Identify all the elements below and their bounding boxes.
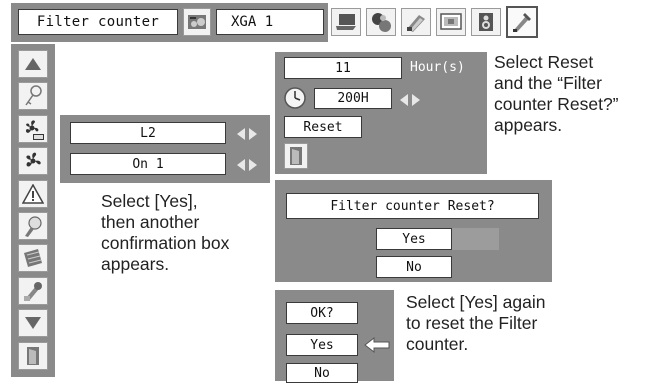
key-icon[interactable]	[18, 82, 48, 110]
confirm-yes-button[interactable]: Yes	[376, 228, 452, 250]
ok-no-button[interactable]: No	[286, 363, 358, 383]
fan-default-icon[interactable]	[18, 115, 48, 143]
note-select-again: Select [Yes] again to reset the Filter c…	[406, 292, 546, 354]
timer-arrows-icon[interactable]	[398, 93, 422, 111]
fan-value-field[interactable]: L2	[70, 122, 226, 144]
fan-arrows-icon[interactable]	[235, 127, 259, 145]
scroll-down-icon[interactable]	[18, 309, 48, 337]
note-select-yes: Select [Yes], then another confirmation …	[101, 191, 230, 274]
fan-icon[interactable]	[18, 147, 48, 175]
input-label: XGA 1	[216, 9, 324, 35]
hours-field: 11	[284, 57, 402, 79]
note-reset: Select Reset and the “Filter counter Res…	[494, 52, 619, 135]
lamp-icon[interactable]	[18, 212, 48, 240]
ok-yes-button[interactable]: Yes	[286, 334, 358, 356]
exit-icon[interactable]	[18, 342, 48, 370]
reset-button[interactable]: Reset	[284, 116, 362, 138]
mode-value-field[interactable]: On 1	[70, 153, 226, 175]
ok-question: OK?	[286, 302, 358, 324]
mode-arrows-icon[interactable]	[235, 158, 259, 176]
computer-icon[interactable]	[331, 8, 361, 36]
image-color-icon[interactable]	[401, 8, 431, 36]
screen-icon[interactable]	[436, 8, 466, 36]
arrow-left-icon	[364, 336, 390, 358]
filter-icon[interactable]	[18, 244, 48, 272]
sound-icon[interactable]	[471, 8, 501, 36]
hours-unit: Hour(s)	[410, 60, 465, 75]
selection-highlight	[452, 228, 499, 250]
confirm-question: Filter counter Reset?	[286, 193, 539, 219]
setting-icon[interactable]	[506, 6, 538, 38]
timer-field[interactable]: 200H	[314, 88, 392, 109]
warning-icon[interactable]	[18, 180, 48, 208]
menu-title: Filter counter	[18, 9, 178, 35]
wrench-icon[interactable]	[18, 277, 48, 305]
exit-icon[interactable]	[284, 143, 308, 169]
image-select-icon[interactable]	[366, 8, 396, 36]
image-adjust-icon[interactable]	[183, 8, 211, 36]
confirm-no-button[interactable]: No	[376, 256, 452, 278]
clock-icon	[284, 87, 306, 114]
scroll-up-icon[interactable]	[18, 50, 48, 78]
